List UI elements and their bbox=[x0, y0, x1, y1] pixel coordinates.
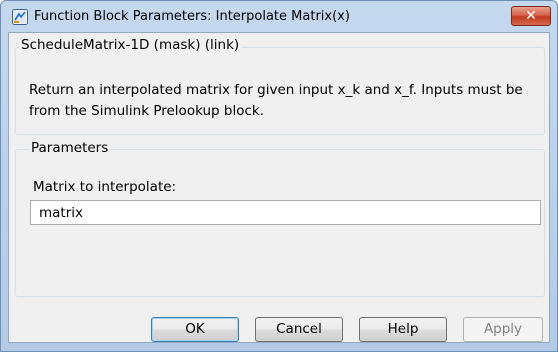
dialog-window: Function Block Parameters: Interpolate M… bbox=[0, 0, 558, 352]
matrix-to-interpolate-input[interactable] bbox=[30, 200, 541, 225]
close-icon: ✕ bbox=[525, 8, 537, 24]
help-button[interactable]: Help bbox=[359, 317, 447, 342]
close-button[interactable]: ✕ bbox=[511, 6, 551, 26]
simulink-block-icon bbox=[12, 9, 28, 25]
ok-button[interactable]: OK bbox=[151, 317, 239, 342]
mask-group-title: ScheduleMatrix-1D (mask) (link) bbox=[19, 37, 242, 53]
cancel-button[interactable]: Cancel bbox=[255, 317, 343, 342]
mask-description: Return an interpolated matrix for given … bbox=[29, 82, 523, 119]
window-title: Function Block Parameters: Interpolate M… bbox=[34, 9, 350, 24]
parameters-group-title: Parameters bbox=[29, 140, 111, 156]
dialog-client-area: ScheduleMatrix-1D (mask) (link) Return a… bbox=[8, 32, 550, 343]
title-bar[interactable]: Function Block Parameters: Interpolate M… bbox=[1, 1, 557, 31]
matrix-to-interpolate-label: Matrix to interpolate: bbox=[33, 179, 177, 195]
apply-button: Apply bbox=[463, 317, 543, 342]
